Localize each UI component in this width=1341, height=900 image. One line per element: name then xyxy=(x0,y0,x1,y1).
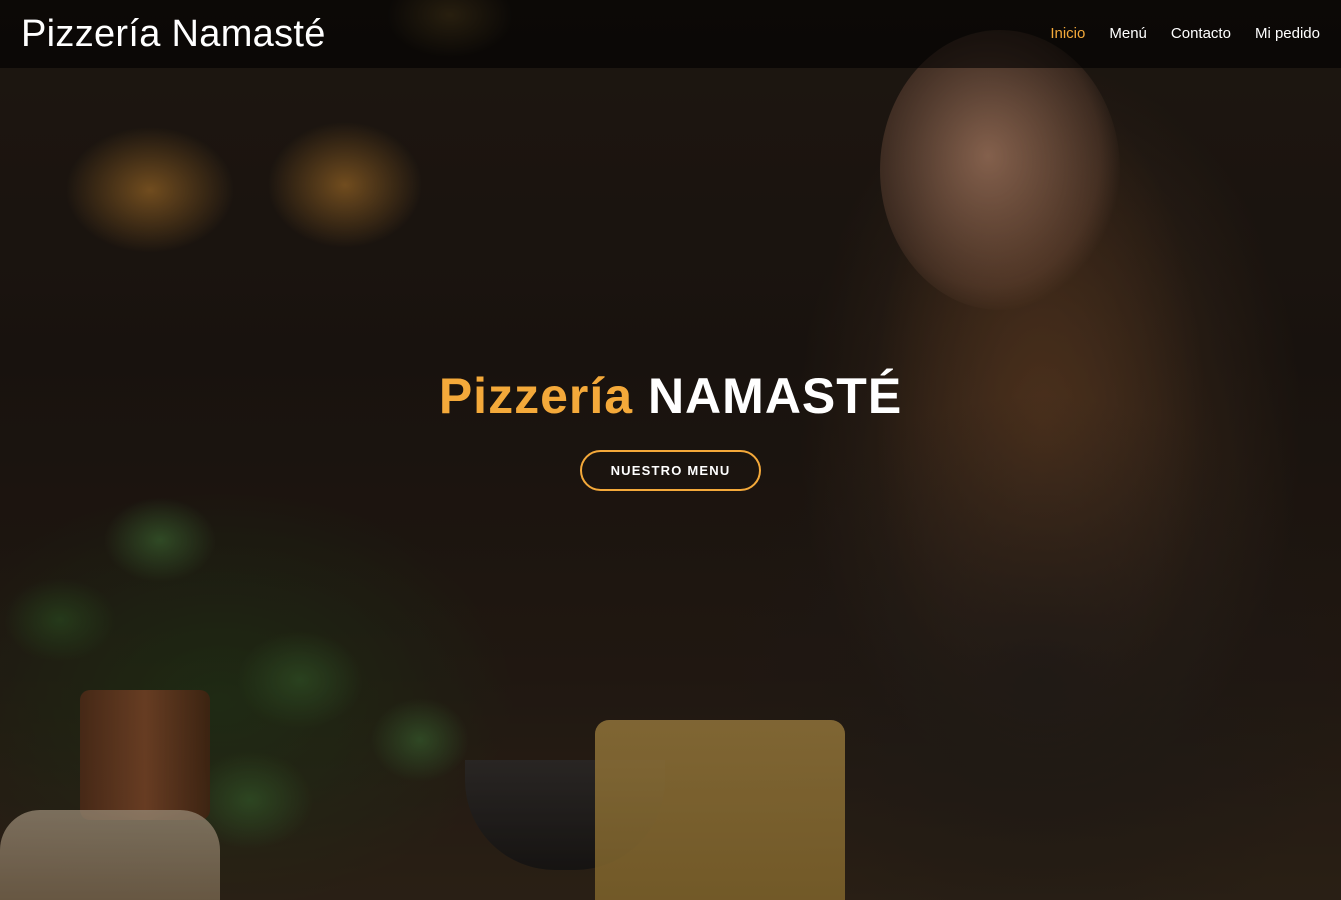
hero-title-accent: Pizzería xyxy=(438,368,634,424)
hero-content: Pizzería NAMASTÉ NUESTRO MENU xyxy=(0,364,1341,491)
brand-logo-link[interactable]: Pizzería Namasté xyxy=(21,13,326,56)
hero-title: Pizzería NAMASTÉ xyxy=(0,364,1341,428)
navbar: Pizzería Namasté Inicio Menú Contacto Mi… xyxy=(0,0,1341,68)
nav-link-menu[interactable]: Menú xyxy=(1109,25,1147,42)
nav-item-inicio: Inicio xyxy=(1050,25,1085,43)
nav-link-inicio[interactable]: Inicio xyxy=(1050,25,1085,42)
hero-title-main: NAMASTÉ xyxy=(647,368,903,424)
nav-link-mi-pedido[interactable]: Mi pedido xyxy=(1255,25,1320,42)
nav-links: Inicio Menú Contacto Mi pedido xyxy=(1026,25,1320,43)
nav-item-contacto: Contacto xyxy=(1171,25,1231,43)
hero-section: Pizzería Namasté Inicio Menú Contacto Mi… xyxy=(0,0,1341,900)
nav-link-contacto[interactable]: Contacto xyxy=(1171,25,1231,42)
nav-item-menu: Menú xyxy=(1109,25,1147,43)
nuestro-menu-button[interactable]: NUESTRO MENU xyxy=(580,450,761,491)
nav-item-mi-pedido: Mi pedido xyxy=(1255,25,1320,43)
